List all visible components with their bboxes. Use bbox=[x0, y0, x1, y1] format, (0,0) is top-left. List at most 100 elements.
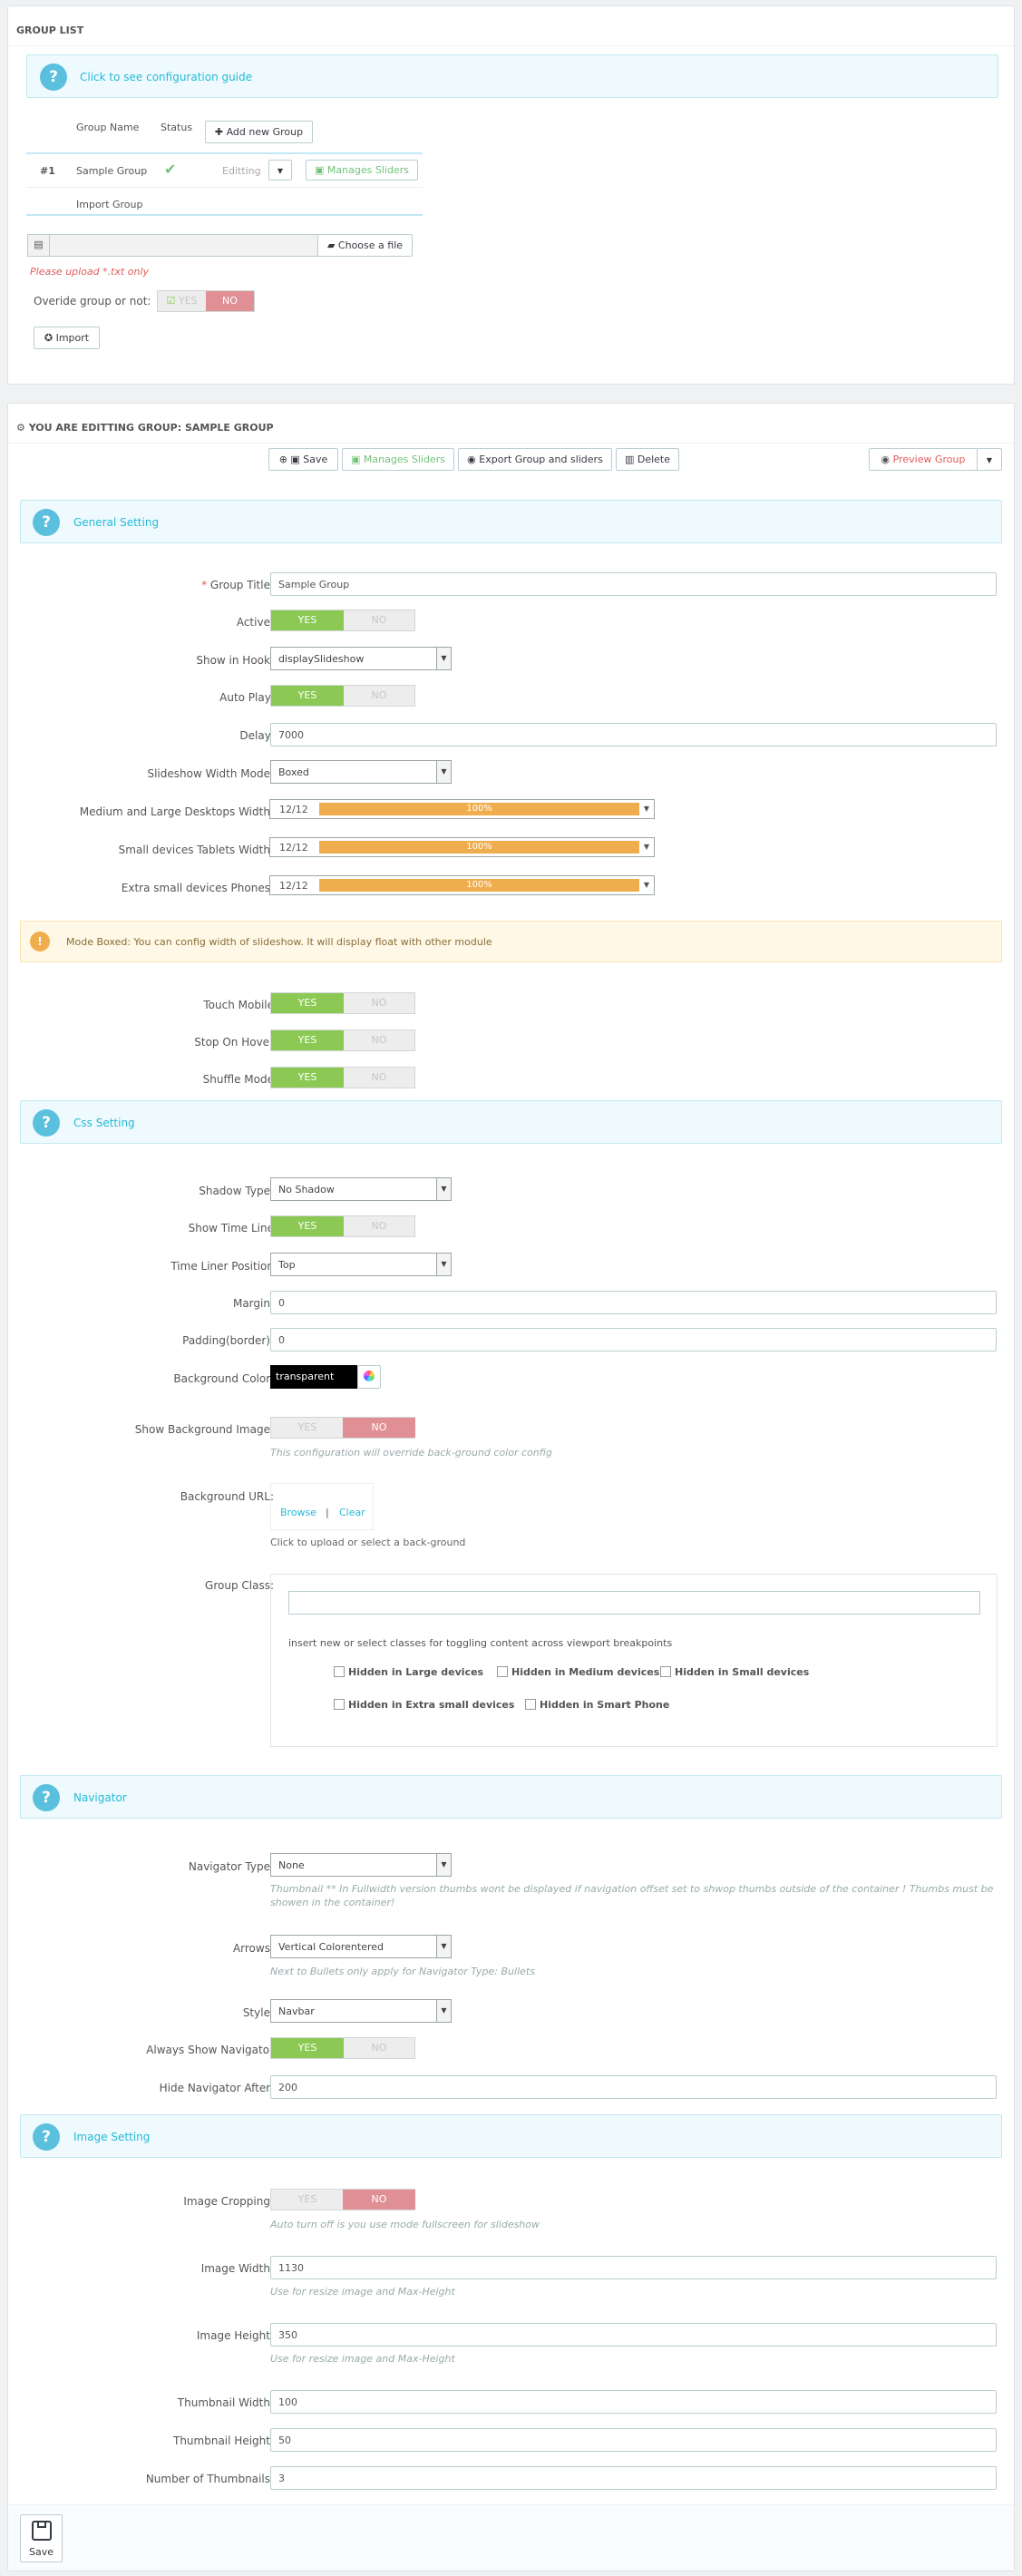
footer-save-label: Save bbox=[28, 2546, 54, 2558]
hidden-large-checkbox[interactable]: Hidden in Large devices bbox=[334, 1666, 483, 1678]
delay-input[interactable]: 7000 bbox=[270, 723, 997, 746]
padding-input[interactable]: 0 bbox=[270, 1328, 997, 1351]
show-in-hook-select[interactable]: displaySlideshow ▼ bbox=[270, 647, 452, 670]
md-width-slider[interactable]: 12/12 100% ▼ bbox=[269, 799, 655, 819]
shuffle-mode-label: Shuffle Mode bbox=[202, 1073, 274, 1086]
caret-down-icon: ▼ bbox=[436, 1178, 451, 1200]
auto-play-toggle[interactable]: YES NO bbox=[270, 685, 415, 707]
xs-width-slider[interactable]: 12/12 100% ▼ bbox=[269, 875, 655, 895]
bg-color-label: Background Color: bbox=[173, 1372, 274, 1385]
upload-note: Please upload *.txt only bbox=[30, 266, 150, 278]
panel-footer: Save bbox=[8, 2504, 1014, 2571]
timeline-position-select[interactable]: Top ▼ bbox=[270, 1253, 452, 1276]
row-editing: Editting bbox=[222, 165, 261, 177]
group-list-title: GROUP LIST bbox=[8, 6, 1014, 46]
sm-width-slider[interactable]: 12/12 100% ▼ bbox=[269, 837, 655, 857]
timeline-position-label: Time Liner Position bbox=[170, 1260, 274, 1273]
export-button[interactable]: ◉ Export Group and sliders bbox=[458, 448, 612, 471]
shuffle-mode-toggle[interactable]: YES NO bbox=[270, 1067, 415, 1088]
css-setting-header: ? Css Setting bbox=[20, 1100, 1002, 1144]
show-timeline-label: Show Time Line bbox=[188, 1222, 274, 1234]
arrows-select[interactable]: Vertical Colorentered ▼ bbox=[270, 1935, 452, 1958]
always-show-nav-label: Always Show Navigator bbox=[146, 2044, 274, 2056]
thumbnail-height-input[interactable]: 50 bbox=[270, 2428, 997, 2452]
group-class-input[interactable] bbox=[288, 1591, 980, 1615]
import-button[interactable]: ✪ Import bbox=[34, 327, 100, 349]
override-yes[interactable]: ☑ YES bbox=[158, 291, 206, 311]
width-mode-select[interactable]: Boxed ▼ bbox=[270, 760, 452, 784]
thumbnail-count-label: Number of Thumbnails: bbox=[145, 2473, 274, 2485]
image-cropping-label: Image Cropping: bbox=[183, 2195, 274, 2208]
check-icon: ✔ bbox=[164, 161, 177, 178]
hide-nav-after-input[interactable]: 200 bbox=[270, 2075, 997, 2099]
hidden-xsmall-checkbox[interactable]: Hidden in Extra small devices bbox=[334, 1699, 514, 1711]
trash-icon: ▥ bbox=[624, 454, 638, 465]
active-toggle[interactable]: YES NO bbox=[270, 610, 415, 631]
shadow-type-select[interactable]: No Shadow ▼ bbox=[270, 1177, 452, 1201]
navigator-type-select[interactable]: None ▼ bbox=[270, 1853, 452, 1877]
show-timeline-toggle[interactable]: YES NO bbox=[270, 1215, 415, 1237]
checkbox-icon: ☑ bbox=[166, 295, 179, 307]
arrows-label: Arrows: bbox=[232, 1942, 274, 1955]
show-bg-image-label: Show Background Image: bbox=[134, 1423, 274, 1436]
floppy-icon bbox=[31, 2521, 52, 2541]
image-width-input[interactable]: 1130 bbox=[270, 2256, 997, 2279]
warning-icon: ! bbox=[30, 932, 50, 951]
arrows-hint: Next to Bullets only apply for Navigator… bbox=[270, 1966, 535, 1977]
edit-group-title: ⚙ YOU ARE EDITTING GROUP: SAMPLE GROUP bbox=[8, 404, 1014, 444]
question-icon: ? bbox=[33, 509, 60, 536]
footer-save-button[interactable]: Save bbox=[20, 2514, 63, 2562]
image-cropping-hint: Auto turn off is you use mode fullscreen… bbox=[270, 2219, 540, 2230]
show-in-hook-label: Show in Hook: bbox=[196, 654, 274, 667]
image-width-label: Image Width: bbox=[200, 2262, 274, 2275]
group-title-input[interactable]: Sample Group bbox=[270, 572, 997, 596]
stop-on-hover-toggle[interactable]: YES NO bbox=[270, 1029, 415, 1051]
touch-mobile-toggle[interactable]: YES NO bbox=[270, 992, 415, 1014]
film-icon: ▣ bbox=[315, 164, 327, 176]
xs-width-label: Extra small devices Phones: bbox=[121, 882, 274, 894]
navigator-header: ? Navigator bbox=[20, 1775, 1002, 1819]
manages-sliders-button[interactable]: ▣ Manages Sliders bbox=[306, 160, 418, 181]
color-wheel-icon bbox=[364, 1371, 375, 1381]
preview-dropdown-button[interactable]: ▼ bbox=[977, 448, 1002, 471]
image-height-hint: Use for resize image and Max-Height bbox=[270, 2353, 455, 2365]
hidden-smartphone-checkbox[interactable]: Hidden in Smart Phone bbox=[525, 1699, 669, 1711]
color-picker-button[interactable] bbox=[357, 1365, 381, 1389]
hidden-medium-checkbox[interactable]: Hidden in Medium devices bbox=[497, 1666, 659, 1678]
toolbar-manages-sliders-button[interactable]: ▣ Manages Sliders bbox=[342, 448, 454, 471]
save-button[interactable]: ⊕ ▣ Save bbox=[268, 448, 338, 471]
row-dropdown-button[interactable]: ▼ bbox=[268, 160, 292, 181]
browse-link[interactable]: Browse bbox=[280, 1507, 316, 1518]
group-class-label: Group Class: bbox=[205, 1579, 274, 1592]
always-show-nav-toggle[interactable]: YES NO bbox=[270, 2037, 415, 2059]
thumbnail-width-input[interactable]: 100 bbox=[270, 2390, 997, 2414]
override-toggle[interactable]: ☑ YES NO bbox=[157, 290, 255, 312]
file-input[interactable]: ▤ bbox=[27, 234, 326, 257]
config-guide-box[interactable]: ? Click to see configuration guide bbox=[26, 54, 998, 98]
delete-button[interactable]: ▥ Delete bbox=[616, 448, 679, 471]
preview-group-button[interactable]: ◉ Preview Group bbox=[869, 448, 978, 471]
style-label: Style: bbox=[242, 2006, 274, 2019]
style-select[interactable]: Navbar ▼ bbox=[270, 1999, 452, 2023]
margin-input[interactable]: 0 bbox=[270, 1291, 997, 1314]
choose-file-button[interactable]: ▰ Choose a file bbox=[317, 234, 413, 257]
import-icon: ✪ bbox=[44, 332, 56, 344]
caret-down-icon: ▼ bbox=[277, 167, 284, 175]
thumbnail-width-label: Thumbnail Width: bbox=[177, 2396, 274, 2409]
override-no[interactable]: NO bbox=[206, 291, 254, 311]
bg-color-input[interactable]: transparent bbox=[270, 1365, 357, 1389]
question-icon: ? bbox=[40, 63, 67, 91]
hidden-small-checkbox[interactable]: Hidden in Small devices bbox=[660, 1666, 809, 1678]
image-width-hint: Use for resize image and Max-Height bbox=[270, 2286, 455, 2298]
image-height-input[interactable]: 350 bbox=[270, 2323, 997, 2347]
save-icon: ⊕ ▣ bbox=[278, 454, 304, 465]
show-bg-image-toggle[interactable]: YES NO bbox=[270, 1417, 415, 1439]
bg-url-box: Browse | Clear bbox=[270, 1483, 374, 1530]
image-cropping-toggle[interactable]: YES NO bbox=[270, 2189, 415, 2210]
add-new-group-button[interactable]: ✚ Add new Group bbox=[205, 121, 313, 143]
thumbnail-count-input[interactable]: 3 bbox=[270, 2466, 997, 2490]
clear-link[interactable]: Clear bbox=[339, 1507, 365, 1518]
config-guide-link[interactable]: Click to see configuration guide bbox=[80, 71, 252, 83]
boxed-warning: ! Mode Boxed: You can config width of sl… bbox=[20, 921, 1002, 962]
padding-label: Padding(border): bbox=[182, 1334, 274, 1347]
